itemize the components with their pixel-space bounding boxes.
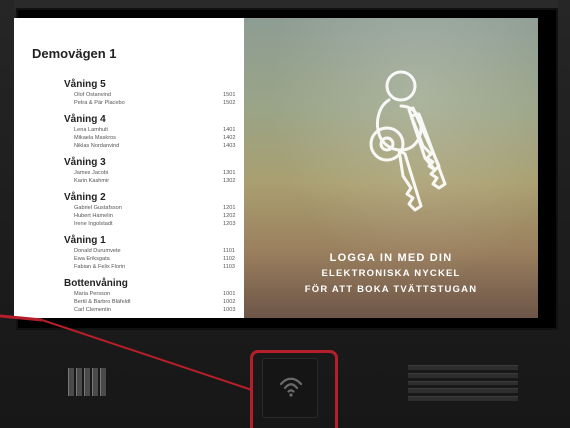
apartment-number: 1001 [223, 291, 236, 297]
resident-row: Gabriel Gustafsson 1201 [64, 204, 239, 212]
reader-highlight-frame [250, 350, 338, 428]
resident-name: Maria Persson [74, 291, 111, 297]
floor-name: Våning 5 [64, 79, 106, 90]
resident-row: Irene Ingolstadt 1203 [64, 220, 239, 228]
resident-row: Lena Lamhult 1401 [64, 126, 239, 134]
promo-line-2: elektroniska nyckel [321, 268, 461, 279]
apartment-number: 1003 [223, 307, 236, 313]
floor-group: Våning 2 Gabriel Gustafsson 1201 Hubert Ham… [64, 191, 239, 228]
floor-name: Våning 2 [64, 192, 106, 203]
resident-name: Mikaela Maskros [74, 135, 116, 141]
resident-name: James Jacobi [74, 170, 109, 176]
floor-name: Våning 1 [64, 235, 106, 246]
floor-list: Våning 5 Olof Ostanvind 1501 Petra & Pär Pl… [64, 78, 239, 318]
apartment-number: 1102 [223, 256, 236, 262]
apartment-number: 1402 [223, 135, 236, 141]
resident-name: Carl Clementin [74, 307, 111, 313]
apartment-number: 1302 [223, 178, 236, 184]
apartment-number: 1002 [223, 299, 236, 305]
resident-row: Niklas Nordanvind 1403 [64, 142, 239, 150]
floor-group: Våning 3 James Jacobi 1301 Karin Kashmir 130… [64, 156, 239, 185]
resident-row: James Jacobi 1301 [64, 169, 239, 177]
resident-row: Mikaela Maskros 1402 [64, 134, 239, 142]
resident-row: Karin Kashmir 1302 [64, 177, 239, 185]
speaker-grille-left [68, 368, 106, 396]
resident-name: Hubert Hamelin [74, 213, 113, 219]
apartment-number: 1202 [223, 213, 236, 219]
speaker-grille-right [408, 365, 518, 401]
bezel-top [14, 0, 558, 10]
keys-icon [369, 70, 447, 212]
promo-line-3: för att boka tvättstugan [304, 284, 478, 295]
resident-row: Maria Persson 1001 [64, 290, 239, 298]
resident-row: Carl Clementin 1003 [64, 306, 239, 314]
floor-name: Våning 4 [64, 114, 106, 125]
apartment-number: 1401 [223, 127, 236, 133]
resident-row: Fabian & Felix Florin 1103 [64, 263, 239, 271]
resident-name: Ewa Eriksgata [74, 256, 110, 262]
apartment-number: 1403 [223, 143, 236, 149]
floor-group: Våning 5 Olof Ostanvind 1501 Petra & Pär Pl… [64, 78, 239, 107]
resident-row: Bertil & Barbro Bläfeldt 1002 [64, 298, 239, 306]
resident-row: Petra & Pär Placebo 1502 [64, 99, 239, 107]
apartment-number: 1103 [223, 264, 236, 270]
resident-row: Ewa Eriksgata 1102 [64, 255, 239, 263]
apartment-number: 1201 [223, 205, 236, 211]
apartment-number: 1501 [223, 92, 236, 98]
floor-group: Våning 4 Lena Lamhult 1401 Mikaela Maskros 1… [64, 113, 239, 150]
building-title: Demovägen 1 [32, 46, 117, 61]
apartment-number: 1301 [223, 170, 236, 176]
resident-name: Lena Lamhult [74, 127, 108, 133]
resident-name: Bertil & Barbro Bläfeldt [74, 299, 131, 305]
resident-row: Olof Ostanvind 1501 [64, 91, 239, 99]
promo-line-1: Logga in med din [329, 252, 453, 264]
resident-name: Petra & Pär Placebo [74, 100, 125, 106]
login-prompt-panel: Logga in med din elektroniska nyckel för… [244, 18, 538, 318]
floor-group: Bottenvåning Maria Persson 1001 Bertil & Ba… [64, 277, 239, 314]
resident-name: Fabian & Felix Florin [74, 264, 126, 270]
floor-name: Bottenvåning [64, 278, 128, 289]
login-instruction: Logga in med din elektroniska nyckel för… [244, 250, 538, 298]
door-terminal: Demovägen 1 Våning 5 Olof Ostanvind 1501 Pe… [0, 0, 570, 428]
resident-row: Donald Durumvete 1101 [64, 247, 239, 255]
floor-group: Våning 1 Donald Durumvete 1101 Ewa Eriksgat… [64, 234, 239, 271]
resident-name: Donald Durumvete [74, 248, 121, 254]
resident-name: Olof Ostanvind [74, 92, 111, 98]
resident-name: Irene Ingolstadt [74, 221, 113, 227]
resident-name: Karin Kashmir [74, 178, 110, 184]
apartment-number: 1203 [223, 221, 236, 227]
apartment-number: 1502 [223, 100, 236, 106]
apartment-number: 1101 [223, 248, 236, 254]
resident-name: Gabriel Gustafsson [74, 205, 122, 211]
resident-row: Hubert Hamelin 1202 [64, 212, 239, 220]
floor-name: Våning 3 [64, 157, 106, 168]
resident-name: Niklas Nordanvind [74, 143, 120, 149]
resident-directory: Demovägen 1 Våning 5 Olof Ostanvind 1501 Pe… [14, 18, 244, 318]
